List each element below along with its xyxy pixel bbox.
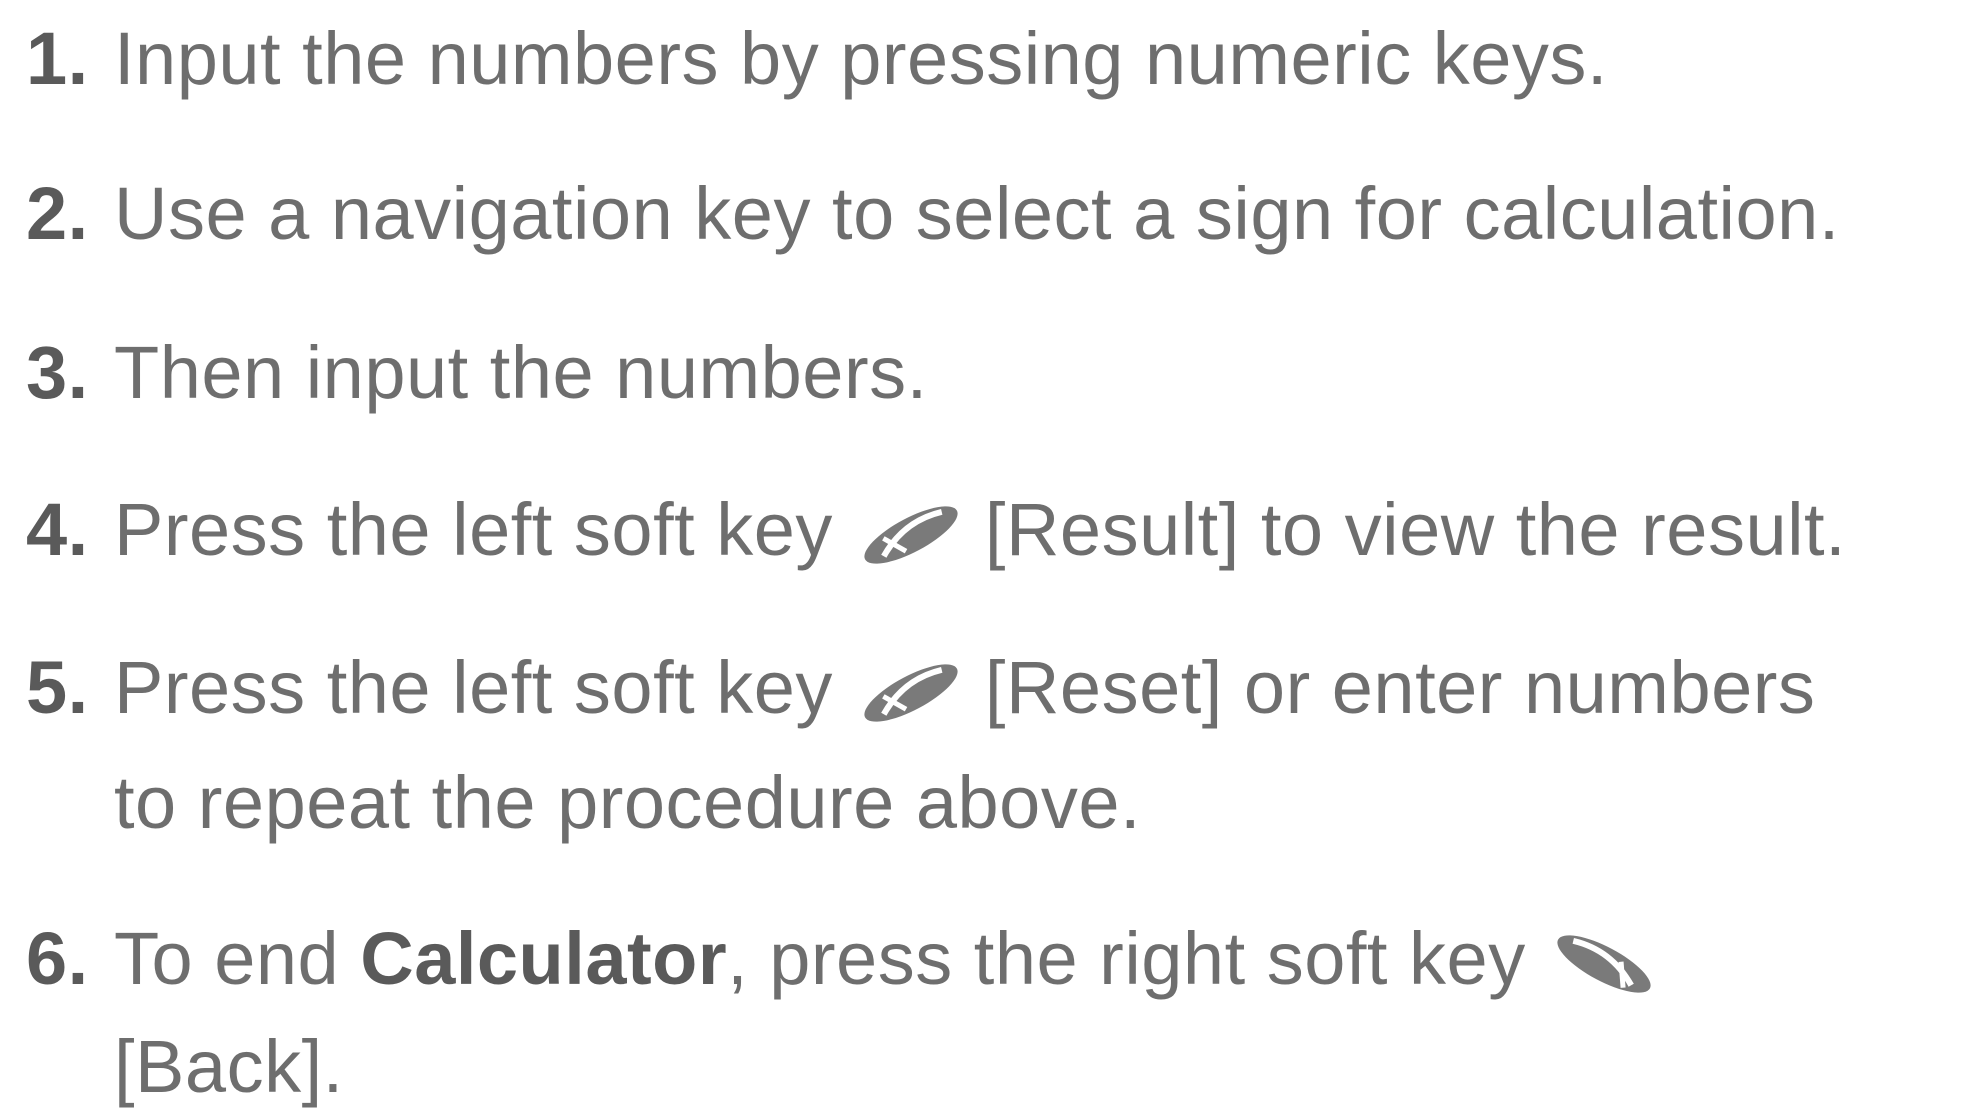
- right-soft-key-icon: [1548, 934, 1660, 994]
- step-6-continuation: [Back].: [114, 1025, 344, 1108]
- step-6: 6. To end Calculator, press the right sof…: [26, 922, 1678, 996]
- step-5-continuation: to repeat the procedure above.: [114, 761, 1142, 844]
- step-3: 3. Then input the numbers.: [26, 336, 928, 410]
- left-soft-key-icon: [855, 663, 967, 723]
- step-4: 4. Press the left soft key [Result] to vie…: [26, 493, 1846, 567]
- step-text: Then input the numbers.: [114, 331, 928, 414]
- step-text-after: [Reset] or enter numbers: [984, 646, 1816, 729]
- left-soft-key-icon: [855, 505, 967, 565]
- step-number: 3.: [26, 331, 89, 414]
- step-text-after: , press the right soft key: [727, 917, 1526, 1000]
- step-number: 4.: [26, 488, 89, 571]
- step-1: 1. Input the numbers by pressing numeric …: [26, 22, 1608, 96]
- step-number: 5.: [26, 646, 89, 729]
- step-text: Input the numbers by pressing numeric ke…: [114, 17, 1608, 100]
- step-number: 1.: [26, 17, 89, 100]
- step-number: 6.: [26, 917, 89, 1000]
- step-2: 2. Use a navigation key to select a sign …: [26, 177, 1840, 251]
- step-text-before: To end: [114, 917, 340, 1000]
- step-5: 5. Press the left soft key [Reset] or ente…: [26, 651, 1815, 725]
- instruction-page: 1. Input the numbers by pressing numeric …: [0, 0, 1975, 1105]
- calculator-term: Calculator: [360, 917, 728, 1000]
- step-number: 2.: [26, 172, 89, 255]
- step-text-before: Press the left soft key: [114, 488, 833, 571]
- step-text-after: [Result] to view the result.: [984, 488, 1847, 571]
- step-text: Use a navigation key to select a sign fo…: [114, 172, 1840, 255]
- step-text-before: Press the left soft key: [114, 646, 833, 729]
